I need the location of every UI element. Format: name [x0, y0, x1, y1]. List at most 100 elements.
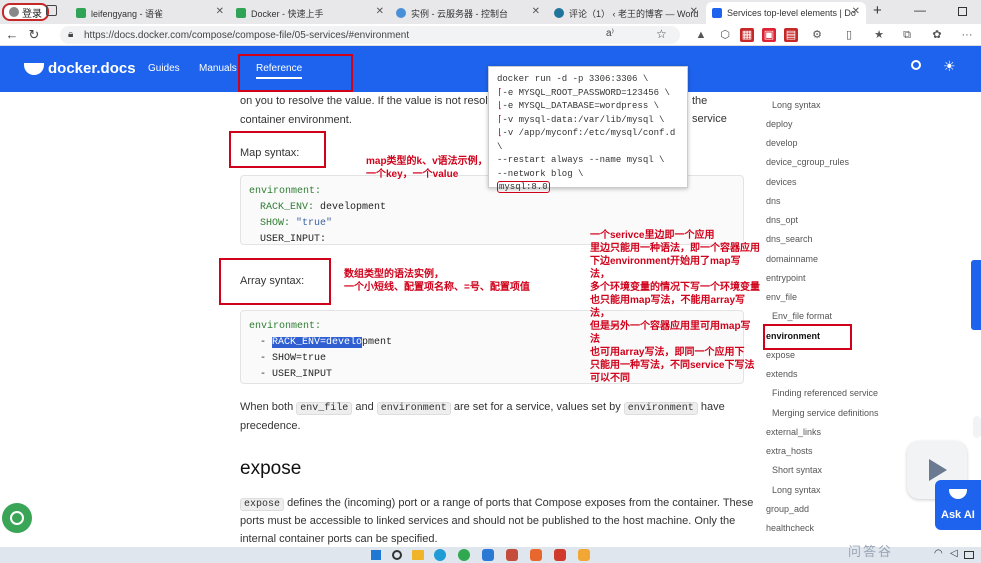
toc-item[interactable]: Long syntax — [772, 485, 821, 495]
extension-icon[interactable]: ⬡ — [718, 28, 732, 42]
toc-item[interactable]: deploy — [766, 119, 793, 129]
wifi-icon[interactable]: ◠ — [934, 548, 943, 559]
tab-label: Services top-level elements | Do — [727, 8, 856, 18]
close-tab-icon[interactable]: ✕ — [532, 6, 540, 17]
tab-actions-icon[interactable] — [46, 5, 57, 16]
yuque-favicon-icon — [76, 8, 86, 18]
annotation-line: 也可用array写法，即同一个应用下 — [590, 347, 745, 358]
toc-item[interactable]: group_add — [766, 504, 809, 514]
url-field[interactable]: 🔒︎ https://docs.docker.com/compose/compo… — [60, 26, 680, 44]
paragraph: When both env_file and environment are s… — [240, 398, 725, 418]
toc-item[interactable]: domainname — [766, 254, 818, 264]
app-icon[interactable] — [482, 549, 494, 561]
url-text: https://docs.docker.com/compose/compose-… — [84, 29, 410, 41]
toc-item[interactable]: healthcheck — [766, 523, 814, 533]
cookie-settings-button[interactable] — [2, 503, 32, 533]
code-text: pment — [362, 337, 393, 348]
side-feedback-tab[interactable] — [971, 260, 981, 330]
toc-item[interactable]: dns — [766, 196, 781, 206]
paragraph-text: on you to resolve the value. If the valu… — [240, 95, 506, 107]
tab-yuque[interactable]: leifengyang - 语雀 ✕ — [70, 2, 230, 24]
chrome-icon[interactable] — [458, 549, 470, 561]
tab-wordpress-comments[interactable]: 评论（1） ‹ 老王的博客 — Word ✕ — [548, 2, 704, 24]
extension-icon[interactable]: ✿ — [930, 28, 944, 42]
scroll-handle[interactable] — [973, 416, 981, 438]
speaker-icon[interactable]: ◁ — [950, 548, 958, 559]
app-icon[interactable] — [530, 549, 542, 561]
close-tab-icon[interactable]: ✕ — [690, 6, 698, 17]
toc-item[interactable]: extends — [766, 369, 798, 379]
extension-icon[interactable]: ⚙ — [810, 28, 824, 42]
start-icon[interactable] — [371, 550, 381, 560]
toc-item[interactable]: expose — [766, 350, 795, 360]
annotation-line: 下边environment开始用了map写法， — [590, 256, 741, 280]
new-tab-icon[interactable]: + — [873, 2, 882, 19]
annotation-box — [219, 258, 331, 305]
snippet-line: docker run -d -p 3306:3306 \ — [497, 74, 649, 84]
toc-item[interactable]: Env_file format — [772, 311, 832, 321]
app-icon[interactable] — [554, 549, 566, 561]
expose-heading: expose — [240, 458, 302, 479]
toc-item[interactable]: env_file — [766, 292, 797, 302]
toc-item[interactable]: Finding referenced service — [772, 388, 878, 398]
read-aloud-icon[interactable]: a⁾ — [606, 28, 614, 39]
annotation-line: 里边只能用一种语法，即一个容器应用 — [590, 243, 760, 254]
extension-icon[interactable]: ▲ — [694, 28, 708, 42]
file-explorer-icon[interactable] — [412, 550, 424, 560]
search-taskbar-icon[interactable] — [392, 550, 402, 560]
nav-manuals[interactable]: Manuals — [199, 63, 237, 74]
theme-toggle-icon[interactable]: ☀ — [943, 58, 956, 75]
snippet-line: --network blog \ — [497, 168, 584, 179]
restore-icon[interactable] — [958, 7, 967, 16]
toc-item[interactable]: extra_hosts — [766, 446, 813, 456]
favorite-icon[interactable]: ☆ — [656, 27, 667, 41]
tab-docker-quickstart[interactable]: Docker - 快速上手 ✕ — [230, 2, 390, 24]
ask-ai-button[interactable]: Ask AI — [935, 480, 981, 530]
app-icon[interactable] — [578, 549, 590, 561]
close-tab-icon[interactable]: ✕ — [852, 6, 860, 17]
paragraph: ports must be accessible to linked servi… — [240, 515, 736, 527]
toc-item[interactable]: external_links — [766, 427, 821, 437]
annotation-box — [763, 324, 852, 350]
split-screen-icon[interactable]: ▯ — [842, 28, 856, 42]
toc-item[interactable]: Merging service definitions — [772, 408, 879, 418]
login-button[interactable]: 登录 — [2, 3, 49, 21]
extension-icon[interactable]: ▦ — [740, 28, 754, 42]
cloud-favicon-icon — [396, 8, 406, 18]
toc-item[interactable]: devices — [766, 177, 797, 187]
close-tab-icon[interactable]: ✕ — [216, 6, 224, 17]
snippet-line: ⌊-e MYSQL_DATABASE=wordpress \ — [497, 101, 660, 111]
paragraph-text: the service — [692, 95, 727, 125]
nav-guides[interactable]: Guides — [148, 63, 180, 74]
toc-item[interactable]: Short syntax — [772, 465, 822, 475]
tab-cloud-console[interactable]: 实例 - 云服务器 - 控制台 ✕ — [390, 2, 546, 24]
collections-icon[interactable]: ⧉ — [900, 28, 914, 42]
annotation-line: 也只能用map写法，不能用array写法， — [590, 295, 746, 319]
toc-item[interactable]: develop — [766, 138, 798, 148]
code-text: - — [260, 337, 273, 348]
docker-logo[interactable]: docker.docs — [24, 60, 136, 77]
tab-docker-services[interactable]: Services top-level elements | Do ✕ — [706, 2, 866, 24]
refresh-icon[interactable]: ↻ — [24, 27, 44, 43]
close-tab-icon[interactable]: ✕ — [376, 6, 384, 17]
back-icon[interactable]: ← — [2, 27, 22, 42]
toc-item[interactable]: dns_search — [766, 234, 813, 244]
annotation-line: 一个serivce里边即一个应用 — [590, 230, 715, 241]
snippet-line: mysql:8.0 — [497, 181, 550, 193]
paragraph: precedence. — [240, 420, 301, 432]
annotation-line: 但是另外一个容器应用里可用map写法 — [590, 321, 751, 345]
toc-item[interactable]: entrypoint — [766, 273, 806, 283]
battery-icon[interactable] — [964, 551, 974, 559]
extension-icon[interactable]: ▤ — [784, 28, 798, 42]
favorites-icon[interactable]: ★ — [872, 28, 886, 42]
search-icon[interactable] — [911, 60, 921, 70]
toc-item[interactable]: device_cgroup_rules — [766, 157, 849, 167]
toc-item[interactable]: dns_opt — [766, 215, 798, 225]
minimize-icon[interactable]: — — [914, 3, 926, 17]
edge-icon[interactable] — [434, 549, 446, 561]
extension-icon[interactable]: ▣ — [762, 28, 776, 42]
more-icon[interactable]: ··· — [960, 28, 974, 42]
toc-item[interactable]: Long syntax — [772, 100, 821, 110]
app-icon[interactable] — [506, 549, 518, 561]
annotation-line: map类型的k、v语法示例， — [366, 156, 488, 167]
